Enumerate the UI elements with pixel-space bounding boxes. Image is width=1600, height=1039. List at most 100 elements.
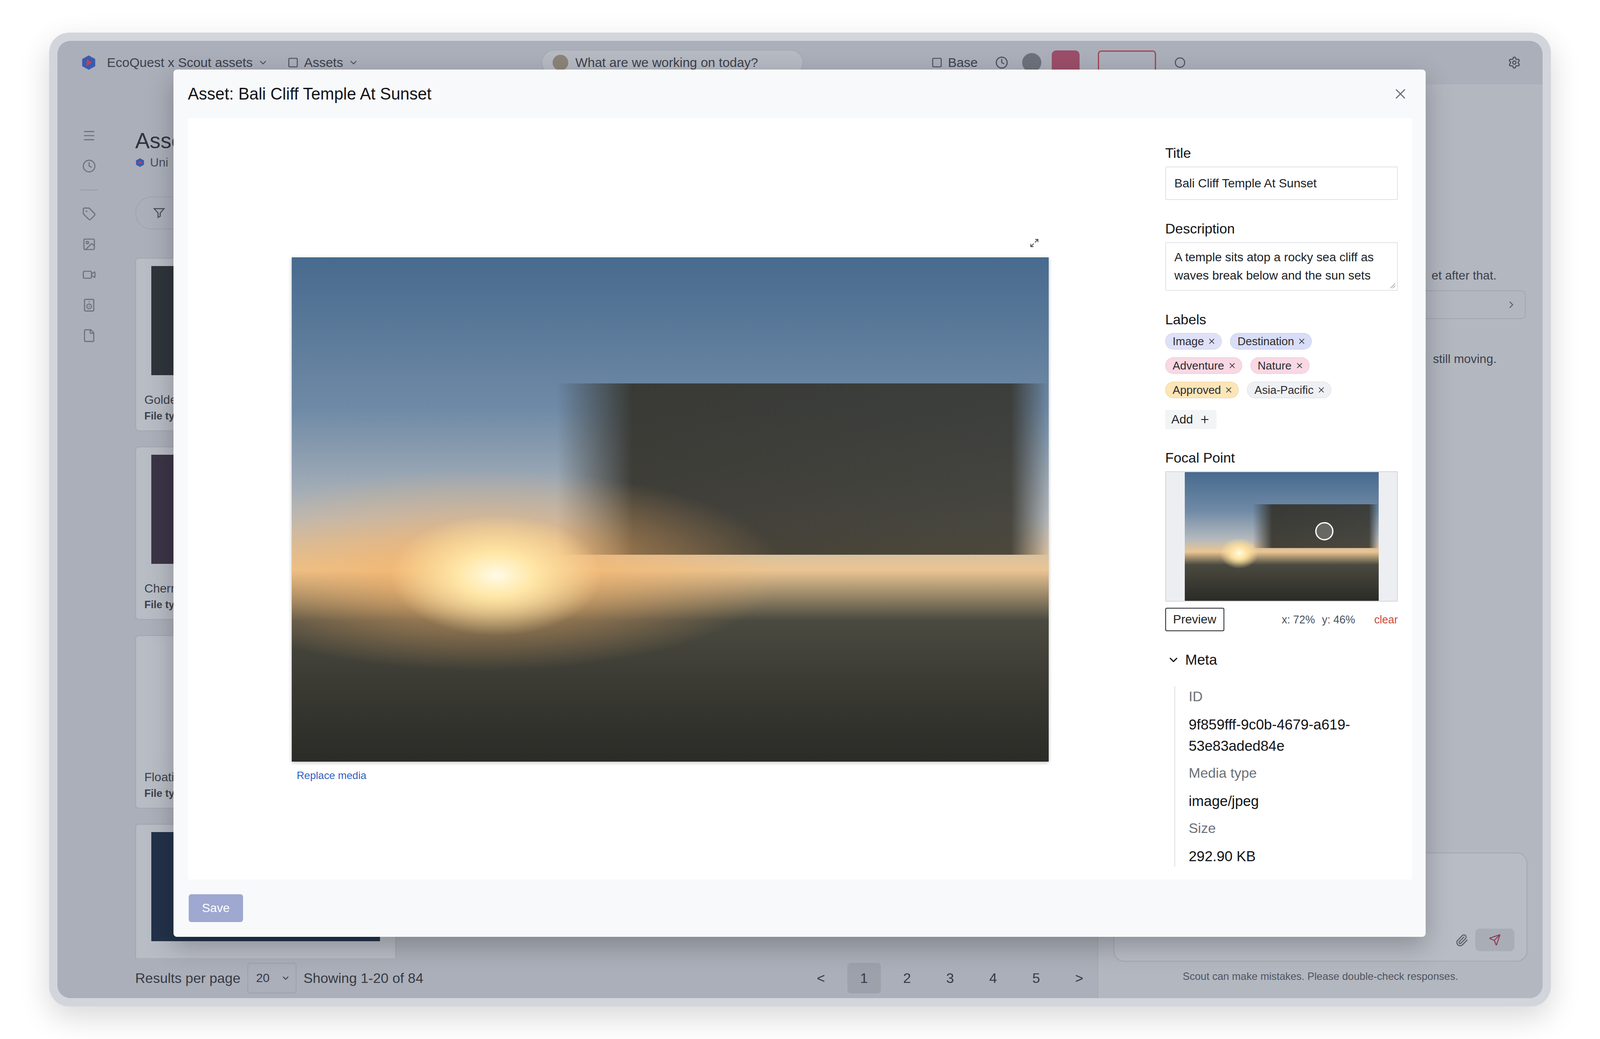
replace-row: Replace media <box>291 761 1049 782</box>
preview-button[interactable]: Preview <box>1165 607 1225 632</box>
title-input[interactable]: Bali Cliff Temple At Sunset <box>1165 166 1398 200</box>
per-page-select[interactable]: 20 <box>247 963 297 994</box>
label-chip: Image <box>1165 333 1222 350</box>
replace-media-link[interactable]: Replace media <box>296 769 367 782</box>
page-button[interactable]: 3 <box>933 963 967 994</box>
remove-label-button[interactable] <box>1316 385 1326 395</box>
focal-point-image[interactable] <box>1184 472 1379 601</box>
section-name: Assets <box>303 55 344 70</box>
sidebar-divider <box>80 189 98 191</box>
resize-handle-icon[interactable] <box>1388 281 1396 289</box>
assistant-avatar-icon <box>552 54 569 71</box>
description-input[interactable]: A temple sits atop a rocky sea cliff as … <box>1165 242 1398 291</box>
meta-label: ID <box>1188 686 1398 708</box>
focal-x-reading: x: 72% <box>1281 613 1315 627</box>
menu-icon[interactable] <box>82 128 97 143</box>
video-icon[interactable] <box>82 267 97 282</box>
chevron-down-icon <box>280 973 291 984</box>
asset-details: TitleBali Cliff Temple At Sunset Descript… <box>1165 118 1398 880</box>
remove-icon <box>1227 361 1237 370</box>
meta-label: Media type <box>1188 762 1398 784</box>
recent-icon[interactable] <box>82 159 97 174</box>
save-button[interactable]: Save <box>188 894 244 923</box>
sidebar <box>57 84 121 999</box>
remove-icon <box>1207 336 1217 346</box>
send-button[interactable] <box>1475 928 1515 952</box>
title-field: TitleBali Cliff Temple At Sunset <box>1165 144 1398 200</box>
label-chip-text: Adventure <box>1172 359 1225 373</box>
brand-logo-icon <box>135 157 145 168</box>
modal-header: Asset: Bali Cliff Temple At Sunset <box>173 69 1426 119</box>
focal-point-marker[interactable] <box>1315 522 1334 541</box>
page-button[interactable]: 1 <box>847 963 881 994</box>
close-icon <box>1392 85 1409 103</box>
page-button[interactable]: 4 <box>976 963 1010 994</box>
meta-item: Size 292.90 KB <box>1188 817 1398 867</box>
remove-icon <box>1316 385 1326 395</box>
base-label: Base <box>947 55 978 70</box>
label-chip: Adventure <box>1165 357 1243 374</box>
label-chip-text: Destination <box>1237 334 1294 349</box>
focal-point-controls: Previewx: 72%y: 46%clear <box>1165 607 1398 632</box>
description-field: Description A temple sits atop a rocky se… <box>1165 220 1398 291</box>
gear-icon[interactable] <box>1507 56 1521 70</box>
meta-value: 292.90 KB <box>1188 845 1398 867</box>
meta-toggle[interactable]: Meta <box>1165 651 1217 669</box>
meta-label: Size <box>1188 817 1398 840</box>
label-chip: Nature <box>1250 357 1310 374</box>
label-chip-text: Asia-Pacific <box>1254 383 1314 397</box>
base-button[interactable]: Base <box>931 55 978 70</box>
modal-body: Replace media TitleBali Cliff Temple At S… <box>187 118 1413 880</box>
remove-label-button[interactable] <box>1224 385 1234 395</box>
tag-icon[interactable] <box>82 206 97 221</box>
focal-point-box <box>1165 471 1398 602</box>
per-page-value: 20 <box>256 971 270 986</box>
remove-icon <box>1224 385 1234 395</box>
page-button[interactable]: 2 <box>890 963 924 994</box>
brand-logo-icon <box>80 54 97 71</box>
plus-icon <box>1199 413 1211 426</box>
chevron-down-icon <box>257 57 269 68</box>
remove-label-button[interactable] <box>1227 361 1237 370</box>
base-icon <box>931 56 943 69</box>
search-placeholder: What are we working on today? <box>575 55 758 70</box>
history-icon[interactable] <box>995 56 1009 70</box>
audio-icon[interactable] <box>82 298 97 313</box>
file-icon[interactable] <box>82 328 97 343</box>
image-icon[interactable] <box>82 237 97 252</box>
meta-heading: Meta <box>1185 651 1217 669</box>
label-list: ImageDestinationAdventureNatureApprovedA… <box>1165 333 1374 399</box>
showing-count: Showing 1-20 of 84 <box>303 970 424 987</box>
close-button[interactable] <box>1392 85 1409 103</box>
next-page-button[interactable]: > <box>1062 963 1097 994</box>
media-area: Replace media <box>187 118 1166 880</box>
chat-disclaimer: Scout can make mistakes. Please double-c… <box>1098 961 1543 999</box>
subtitle-text: Uni <box>150 155 169 170</box>
pagination: <12345 > <box>804 963 1097 994</box>
workspace-name: EcoQuest x Scout assets <box>106 55 253 70</box>
meta-item: ID9f859fff-9c0b-4679-a619-53e83aded84e <box>1188 686 1398 757</box>
clear-focal-button[interactable]: clear <box>1374 613 1398 627</box>
remove-label-button[interactable] <box>1295 361 1304 370</box>
add-label-button[interactable]: Add <box>1165 410 1217 430</box>
page-button[interactable]: 5 <box>1019 963 1054 994</box>
prev-page-button[interactable]: < <box>804 963 838 994</box>
field-label: Description <box>1165 220 1398 238</box>
label-chip-text: Image <box>1172 334 1204 349</box>
workspace-switcher[interactable]: EcoQuest x Scout assets <box>80 54 269 71</box>
paperclip-icon[interactable] <box>1455 933 1469 947</box>
status-icon[interactable] <box>1174 56 1186 69</box>
media-wrap: Replace media <box>291 238 1049 782</box>
remove-label-button[interactable] <box>1297 336 1307 346</box>
meta-value: image/jpeg <box>1188 790 1398 812</box>
field-label: Labels <box>1165 310 1398 329</box>
filter-icon <box>152 206 166 220</box>
meta-section: Meta ID9f859fff-9c0b-4679-a619-53e83aded8… <box>1165 651 1398 867</box>
chevron-down-icon <box>348 57 359 68</box>
remove-label-button[interactable] <box>1207 336 1217 346</box>
modal-title: Asset: Bali Cliff Temple At Sunset <box>187 84 432 104</box>
expand-icon[interactable] <box>1029 238 1040 248</box>
labels-field: LabelsImageDestinationAdventureNatureApp… <box>1165 310 1398 430</box>
section-switcher[interactable]: Assets <box>287 55 359 70</box>
meta-item: Media type image/jpeg <box>1188 762 1398 812</box>
